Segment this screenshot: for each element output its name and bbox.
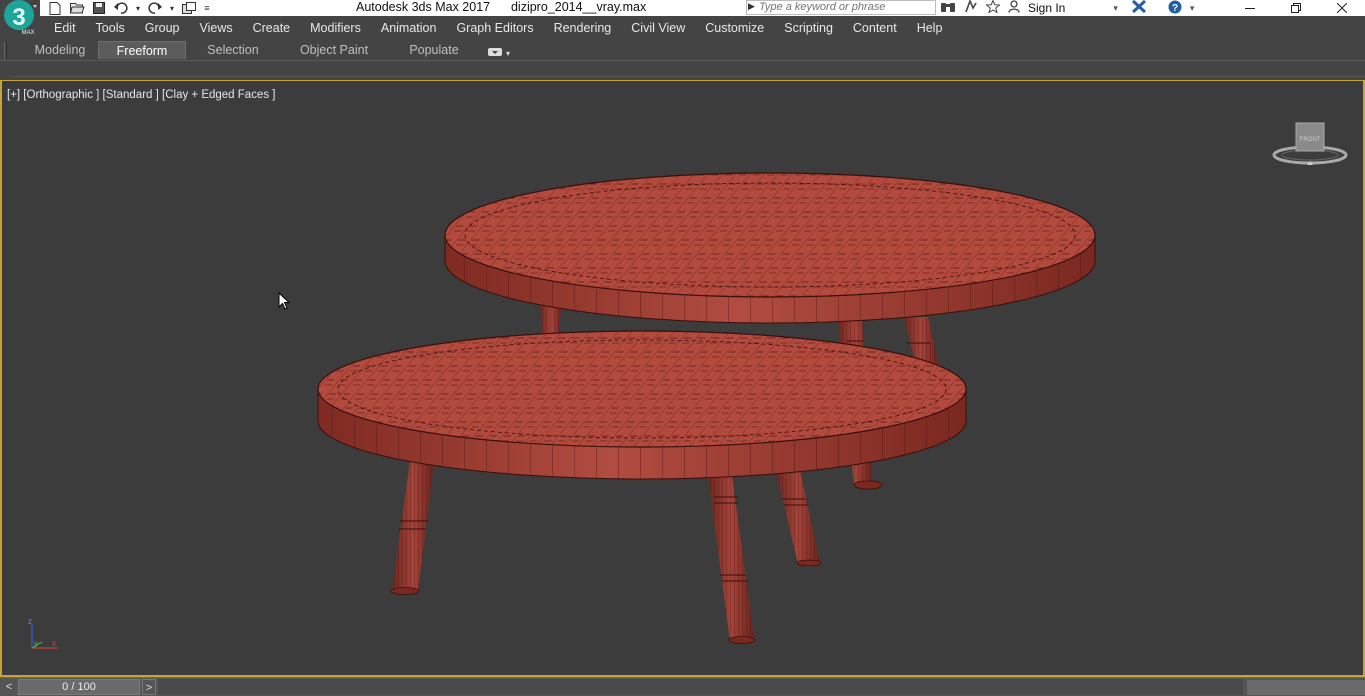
window-controls	[1227, 0, 1365, 16]
favorites-star-icon[interactable]	[985, 0, 1001, 16]
quick-access-toolbar: ▾ ▾ ≡	[46, 0, 212, 16]
scene-canvas[interactable]	[2, 81, 1363, 677]
timeline-right-panel	[1247, 680, 1365, 695]
menu-edit[interactable]: Edit	[44, 16, 86, 40]
ribbon-panel-content	[10, 63, 1365, 77]
menu-help[interactable]: Help	[907, 16, 953, 40]
autodesk-exchange-icon[interactable]	[1131, 0, 1146, 16]
front-table-top	[317, 330, 967, 480]
undo-dropdown-icon[interactable]: ▾	[134, 1, 142, 15]
time-slider-prev-button[interactable]: <	[2, 679, 16, 695]
viewcube-face-label: FRONT	[1300, 137, 1321, 143]
viewport[interactable]: [+] [Orthographic ] [Standard ] [Clay + …	[0, 80, 1365, 677]
search-input[interactable]	[759, 0, 929, 14]
tab-freeform[interactable]: Freeform	[98, 41, 186, 59]
restore-button[interactable]	[1273, 0, 1319, 16]
undo-icon[interactable]	[112, 1, 130, 15]
mouse-pointer-icon	[278, 291, 291, 315]
axis-label-y: y	[34, 639, 38, 648]
new-file-icon[interactable]	[46, 1, 64, 15]
help-dropdown-icon[interactable]: ▾	[1190, 3, 1195, 14]
axis-label-x: x	[52, 639, 56, 648]
user-icon[interactable]	[1008, 0, 1020, 16]
menu-animation[interactable]: Animation	[371, 16, 447, 40]
axis-tripod: z y x	[22, 616, 62, 661]
app-logo[interactable]: 3 MAX	[0, 0, 40, 36]
menu-customize[interactable]: Customize	[695, 16, 774, 40]
svg-text:?: ?	[1172, 3, 1178, 14]
save-icon[interactable]	[90, 1, 108, 15]
communication-center-icon[interactable]	[964, 0, 978, 16]
app-title: Autodesk 3ds Max 2017	[356, 0, 491, 14]
project-folder-icon[interactable]	[180, 1, 198, 15]
file-name: dizipro_2014__vray.max	[510, 0, 647, 14]
redo-dropdown-icon[interactable]: ▾	[168, 1, 176, 15]
ribbon-tab-bar: Modeling Freeform Selection Object Paint…	[0, 40, 1365, 78]
tab-modeling[interactable]: Modeling	[24, 41, 96, 59]
viewport-label[interactable]: [+] [Orthographic ] [Standard ] [Clay + …	[7, 89, 275, 101]
menu-content[interactable]: Content	[843, 16, 907, 40]
chevron-down-icon: ▾	[506, 48, 511, 58]
menu-modifiers[interactable]: Modifiers	[300, 16, 371, 40]
qat-customize-icon[interactable]: ≡	[202, 1, 212, 15]
redo-icon[interactable]	[146, 1, 164, 15]
close-button[interactable]	[1319, 0, 1365, 16]
time-slider-bar: < 0 / 100 >	[0, 677, 1365, 696]
menu-rendering[interactable]: Rendering	[544, 16, 622, 40]
menu-civil-view[interactable]: Civil View	[621, 16, 695, 40]
logo-glyph: 3	[12, 4, 25, 31]
tab-selection[interactable]: Selection	[196, 41, 270, 59]
infocenter-toolbar: Sign In ▾ ? ▾	[940, 0, 1194, 16]
search-expand-icon[interactable]: ▶	[748, 1, 755, 12]
open-file-icon[interactable]	[68, 1, 86, 15]
ribbon-panel	[0, 60, 1365, 80]
logo-subtext: MAX	[21, 30, 34, 36]
menu-bar: Edit Tools Group Views Create Modifiers Animat…	[0, 16, 1365, 40]
front-table-legs	[390, 461, 822, 644]
axis-label-z: z	[28, 617, 32, 626]
minimize-button[interactable]	[1227, 0, 1273, 16]
menu-views[interactable]: Views	[189, 16, 242, 40]
signin-dropdown-icon[interactable]: ▾	[1113, 3, 1118, 14]
sign-in-button[interactable]: Sign In	[1028, 1, 1065, 15]
menu-scripting[interactable]: Scripting	[774, 16, 843, 40]
window-title: Autodesk 3ds Max 2017 dizipro_2014__vray…	[356, 0, 646, 14]
time-slider-next-button[interactable]: >	[142, 679, 156, 695]
menu-group[interactable]: Group	[135, 16, 190, 40]
timeline-track[interactable]	[158, 679, 1243, 695]
viewcube[interactable]: FRONT	[1270, 119, 1350, 174]
tab-populate[interactable]: Populate	[398, 41, 470, 59]
time-slider-value: 0 / 100	[62, 681, 96, 693]
binoculars-icon[interactable]	[940, 1, 956, 16]
title-bar: ▾ ▾ ≡ Autodesk 3ds Max 2017 dizipro_2014…	[0, 0, 1365, 16]
menu-items: Edit Tools Group Views Create Modifiers Animat…	[44, 16, 952, 40]
tab-object-paint[interactable]: Object Paint	[290, 41, 378, 59]
menu-tools[interactable]: Tools	[86, 16, 135, 40]
menu-create[interactable]: Create	[243, 16, 301, 40]
help-icon[interactable]: ?	[1168, 0, 1182, 17]
back-table-top	[444, 172, 1096, 324]
menu-graph-editors[interactable]: Graph Editors	[446, 16, 543, 40]
